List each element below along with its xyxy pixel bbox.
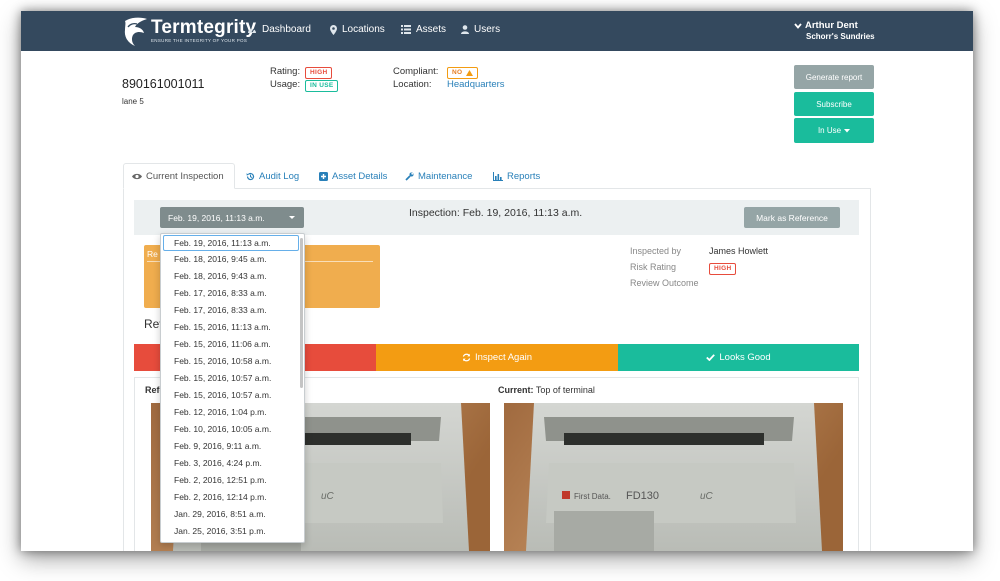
menu-scrollbar[interactable]: [300, 238, 303, 388]
asset-subtitle: lane 5: [122, 97, 144, 106]
caret-down-icon: [844, 128, 851, 132]
user-menu[interactable]: Arthur Dent Schorr's Sundries: [794, 20, 875, 41]
svg-text:uC: uC: [321, 491, 335, 502]
user-name: Arthur Dent: [805, 20, 858, 31]
generate-report-button[interactable]: Generate report: [794, 65, 874, 89]
nav-locations-label: Locations: [342, 24, 385, 35]
date-option[interactable]: Feb. 3, 2016, 4:24 p.m.: [174, 458, 262, 468]
inspect-again-button[interactable]: Inspect Again: [376, 344, 618, 371]
plus-square-icon: [319, 171, 328, 181]
terminal-brand-text: First Data.: [574, 492, 611, 501]
date-option[interactable]: Jan. 25, 2016, 3:51 p.m.: [174, 526, 266, 536]
dashboard-icon: [248, 28, 256, 33]
mark-as-reference-button[interactable]: Mark as Reference: [744, 207, 840, 228]
date-option[interactable]: Feb. 17, 2016, 8:33 a.m.: [174, 305, 267, 315]
map-marker-icon: [330, 24, 337, 35]
tab-current-inspection-label: Current Inspection: [146, 170, 224, 182]
in-use-label: In Use: [817, 126, 842, 135]
user-organization: Schorr's Sundries: [806, 32, 875, 41]
inspect-again-label: Inspect Again: [474, 352, 533, 363]
usage-label: Usage:: [270, 79, 301, 90]
reason-title: Re: [147, 249, 158, 259]
top-navbar: Termtegrity ENSURE THE INTEGRITY OF YOUR…: [21, 11, 973, 51]
date-option[interactable]: Feb. 19, 2016, 11:13 a.m.: [163, 235, 299, 251]
risk-rating-label: Risk Rating: [630, 262, 677, 272]
date-option[interactable]: Feb. 18, 2016, 9:43 a.m.: [174, 271, 267, 281]
tab-maintenance-label: Maintenance: [418, 170, 473, 182]
rating-badge: HIGH: [305, 67, 333, 79]
bar-chart-icon: [493, 171, 503, 181]
brand-tagline: ENSURE THE INTEGRITY OF YOUR POS: [151, 38, 248, 43]
date-option[interactable]: Feb. 15, 2016, 10:57 a.m.: [174, 390, 271, 400]
inspection-date-menu: Feb. 19, 2016, 11:13 a.m. Feb. 18, 2016, …: [160, 233, 305, 543]
date-option[interactable]: Feb. 10, 2016, 10:05 a.m.: [174, 424, 271, 434]
nav-assets[interactable]: Assets: [401, 24, 446, 35]
terminal-model-text: FD130: [626, 490, 659, 502]
looks-good-label: Looks Good: [719, 352, 771, 363]
date-option[interactable]: Feb. 2, 2016, 12:14 p.m.: [174, 492, 267, 502]
eye-icon: [132, 173, 142, 179]
date-option[interactable]: Feb. 2, 2016, 12:51 p.m.: [174, 475, 267, 485]
bird-logo-icon: [124, 17, 147, 46]
refresh-icon: [462, 353, 471, 362]
compliant-value: NO: [452, 69, 463, 76]
inspection-title: Inspection: Feb. 19, 2016, 11:13 a.m.: [409, 207, 583, 219]
selected-date: Feb. 19, 2016, 11:13 a.m.: [168, 212, 265, 223]
location-label: Location:: [393, 79, 432, 90]
date-option[interactable]: Feb. 15, 2016, 10:57 a.m.: [174, 373, 271, 383]
app-window: Termtegrity ENSURE THE INTEGRITY OF YOUR…: [21, 11, 973, 551]
location-link[interactable]: Headquarters: [447, 79, 505, 90]
nav-dashboard[interactable]: Dashboard: [247, 24, 311, 35]
nav-assets-label: Assets: [416, 24, 447, 35]
chevron-down-icon: [794, 22, 802, 29]
brand-logo[interactable]: Termtegrity ENSURE THE INTEGRITY OF YOUR…: [121, 14, 256, 48]
wrench-icon: [405, 172, 414, 181]
risk-rating-badge: HIGH: [709, 263, 737, 275]
list-icon: [401, 25, 411, 34]
tab-audit-log[interactable]: Audit Log: [238, 163, 307, 189]
date-option[interactable]: Feb. 15, 2016, 10:58 a.m.: [174, 356, 271, 366]
date-option[interactable]: Feb. 9, 2016, 9:11 a.m.: [174, 441, 261, 451]
usage-badge: IN USE: [305, 80, 339, 92]
check-icon: [706, 354, 716, 361]
current-label: Current:: [498, 385, 534, 395]
compliant-label: Compliant:: [393, 66, 439, 77]
in-use-dropdown-button[interactable]: In Use: [794, 118, 874, 143]
current-photo[interactable]: First Data. FD130 uC: [504, 403, 843, 551]
user-icon: [461, 25, 469, 34]
tab-maintenance[interactable]: Maintenance: [397, 163, 480, 189]
nav-users[interactable]: Users: [461, 24, 500, 35]
tab-asset-details-label: Asset Details: [332, 170, 388, 182]
tab-asset-details[interactable]: Asset Details: [311, 163, 395, 189]
inspected-by-value: James Howlett: [709, 246, 769, 256]
nav-locations[interactable]: Locations: [330, 24, 385, 35]
date-option[interactable]: Feb. 17, 2016, 8:33 a.m.: [174, 288, 267, 298]
date-option[interactable]: Feb. 12, 2016, 1:04 p.m.: [174, 407, 267, 417]
compliant-badge: NO: [447, 67, 479, 79]
rating-label: Rating:: [270, 66, 301, 77]
date-option[interactable]: Jan. 29, 2016, 8:51 a.m.: [174, 509, 266, 519]
brand-name: Termtegrity: [151, 17, 257, 38]
tab-reports-label: Reports: [507, 170, 541, 182]
date-option[interactable]: Feb. 18, 2016, 9:45 a.m.: [174, 254, 267, 264]
review-outcome-label: Review Outcome: [630, 278, 699, 288]
tab-audit-log-label: Audit Log: [259, 170, 300, 182]
history-icon: [246, 172, 255, 180]
tab-reports[interactable]: Reports: [485, 163, 548, 189]
subscribe-button[interactable]: Subscribe: [794, 92, 874, 116]
inspection-date-dropdown[interactable]: Feb. 19, 2016, 11:13 a.m.: [160, 207, 304, 228]
current-location: Top of terminal: [535, 385, 595, 395]
nav-users-label: Users: [474, 24, 501, 35]
date-option[interactable]: Feb. 15, 2016, 11:13 a.m.: [174, 322, 271, 332]
current-photo-label: Current: Top of terminal: [498, 385, 595, 395]
nav-dashboard-label: Dashboard: [262, 24, 311, 35]
asset-id: 890161001011: [122, 77, 205, 91]
date-option[interactable]: Feb. 15, 2016, 11:06 a.m.: [174, 339, 271, 349]
tab-current-inspection[interactable]: Current Inspection: [123, 163, 235, 189]
terminal-suffix-text: uC: [700, 491, 714, 502]
looks-good-button[interactable]: Looks Good: [618, 344, 859, 371]
warning-icon: [466, 70, 474, 76]
caret-down-icon: [289, 216, 295, 219]
inspected-by-label: Inspected by: [630, 246, 682, 256]
